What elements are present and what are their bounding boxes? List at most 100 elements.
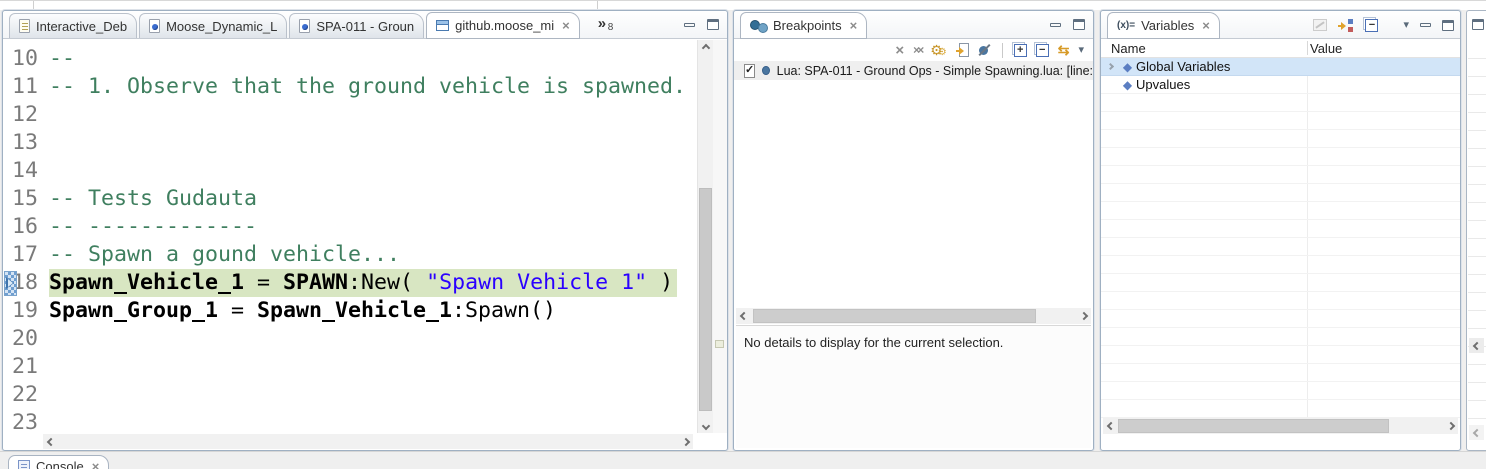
code-line[interactable]: 13	[4, 129, 697, 157]
scroll-left-button[interactable]	[1469, 338, 1484, 353]
scroll-left-button[interactable]	[43, 434, 58, 449]
close-icon[interactable]: ×	[92, 460, 100, 469]
line-number[interactable]: 13	[4, 129, 49, 157]
column-divider[interactable]	[1307, 41, 1308, 55]
scroll-left-button[interactable]	[1103, 419, 1118, 434]
editor-horizontal-scrollbar[interactable]	[43, 434, 693, 449]
line-number[interactable]: 23	[4, 409, 49, 433]
variables-horizontal-scrollbar[interactable]	[1103, 418, 1458, 434]
overview-ruler[interactable]	[713, 40, 727, 433]
expand-chevron-icon[interactable]	[1101, 64, 1119, 69]
collapse-all-icon[interactable]: −	[1365, 19, 1378, 32]
line-number[interactable]: 11	[4, 73, 49, 101]
code-line[interactable]: 10--	[4, 45, 697, 73]
scrollbar-thumb[interactable]	[1118, 419, 1389, 433]
editor-tab-github-moose[interactable]: github.moose_mi ×	[426, 12, 580, 39]
code-line[interactable]: 14	[4, 157, 697, 185]
update-breakpoints-icon[interactable]: ⚙⚙	[930, 43, 947, 58]
code-lines[interactable]: 10--11-- 1. Observe that the ground vehi…	[4, 40, 697, 433]
editor-tab-spa-011[interactable]: SPA-011 - Groun	[289, 13, 424, 38]
scrollbar-track[interactable]	[751, 308, 1076, 324]
go-to-file-for-breakpoint-icon[interactable]	[956, 43, 969, 57]
line-number[interactable]: 12	[4, 101, 49, 129]
scroll-right-button[interactable]	[678, 434, 693, 449]
variables-row-upvalues[interactable]: ◆ Upvalues	[1101, 76, 1460, 94]
breakpoint-list-item[interactable]: ✓ Lua: SPA-011 - Ground Ops - Simple Spa…	[734, 61, 1093, 80]
code-line[interactable]: 18Spawn_Vehicle_1 = SPAWN:New( "Spawn Ve…	[4, 269, 697, 297]
minimize-icon[interactable]	[684, 23, 695, 27]
line-number[interactable]: 14	[4, 157, 49, 185]
view-menu-icon[interactable]: ▾	[1403, 20, 1409, 31]
close-icon[interactable]: ×	[562, 19, 570, 32]
scroll-right-button[interactable]	[1076, 309, 1091, 324]
code-line[interactable]: 11-- 1. Observe that the ground vehicle …	[4, 73, 697, 101]
line-number[interactable]: 20	[4, 325, 49, 353]
scrollbar-thumb[interactable]	[753, 309, 1036, 323]
column-header-name[interactable]: Name	[1111, 41, 1146, 56]
collapse-all-icon[interactable]: −	[1036, 44, 1049, 57]
skip-all-breakpoints-icon[interactable]	[978, 44, 991, 57]
remove-breakpoint-icon[interactable]: ×	[895, 43, 904, 58]
minimize-icon[interactable]	[1050, 23, 1061, 27]
scroll-right-button[interactable]	[1443, 419, 1458, 434]
close-icon[interactable]: ×	[1202, 19, 1210, 32]
scroll-left-button[interactable]	[736, 309, 751, 324]
code-line[interactable]: 16-- -------------	[4, 213, 697, 241]
scroll-up-button[interactable]	[698, 40, 713, 55]
lua-file-icon	[299, 19, 310, 33]
scrollbar-track[interactable]	[58, 434, 678, 449]
view-menu-icon[interactable]: ▾	[1078, 45, 1084, 56]
tab-variables[interactable]: (x)= Variables ×	[1107, 12, 1220, 39]
line-number[interactable]: 22	[4, 381, 49, 409]
show-type-names-icon[interactable]	[1313, 19, 1327, 31]
chevron-up-icon	[701, 43, 709, 51]
line-number[interactable]: 21	[4, 353, 49, 381]
line-number[interactable]: 19	[4, 297, 49, 325]
show-logical-structure-icon[interactable]	[1338, 19, 1354, 32]
line-number[interactable]: 15	[4, 185, 49, 213]
code-segment: "Spawn Vehicle 1"	[426, 270, 647, 295]
tab-breakpoints[interactable]: Breakpoints ×	[740, 12, 867, 39]
code-segment: -- -------------	[49, 214, 257, 239]
code-line[interactable]: 19Spawn_Group_1 = Spawn_Vehicle_1:Spawn(…	[4, 297, 697, 325]
remove-all-breakpoints-icon[interactable]: ××	[913, 44, 921, 56]
code-line[interactable]: 20	[4, 325, 697, 353]
code-editor[interactable]: 10--11-- 1. Observe that the ground vehi…	[4, 40, 697, 433]
code-line[interactable]: 15-- Tests Gudauta	[4, 185, 697, 213]
editor-tab-moose-dynamic[interactable]: Moose_Dynamic_L	[139, 13, 287, 38]
cutoff-right-panel	[1466, 10, 1486, 451]
code-segment: --	[49, 46, 75, 71]
link-with-debug-view-icon[interactable]: ⇆	[1058, 43, 1070, 57]
expand-all-icon[interactable]: +	[1014, 44, 1027, 57]
variables-row-global-variables[interactable]: ◆ Global Variables	[1101, 58, 1460, 76]
line-number[interactable]: 10	[4, 45, 49, 73]
breakpoint-details-pane: No details to display for the current se…	[736, 325, 1091, 448]
tab-console[interactable]: Console ×	[8, 455, 109, 469]
code-line[interactable]: 23	[4, 409, 697, 433]
line-number[interactable]: 16	[4, 213, 49, 241]
code-line[interactable]: 12	[4, 101, 697, 129]
maximize-icon[interactable]	[1472, 19, 1484, 30]
scrollbar-track[interactable]	[1118, 418, 1443, 434]
editor-tabbar: Interactive_Deb Moose_Dynamic_L SPA-011 …	[3, 11, 727, 39]
breakpoints-horizontal-scrollbar[interactable]	[736, 308, 1091, 324]
editor-tab-interactive-deb[interactable]: Interactive_Deb	[9, 13, 137, 38]
column-header-value[interactable]: Value	[1310, 41, 1342, 56]
variables-icon: (x)=	[1117, 20, 1135, 31]
scrollbar-thumb[interactable]	[699, 188, 712, 411]
annotation-marker[interactable]	[715, 340, 724, 348]
line-number[interactable]: 17	[4, 241, 49, 269]
more-tabs-chevron[interactable]: » 8	[598, 15, 606, 32]
maximize-icon[interactable]	[707, 19, 719, 30]
close-icon[interactable]: ×	[850, 19, 858, 32]
minimize-icon[interactable]	[1420, 23, 1431, 27]
scroll-left-button[interactable]	[1469, 425, 1484, 440]
breakpoint-enabled-checkbox[interactable]: ✓	[744, 64, 755, 78]
maximize-icon[interactable]	[1073, 19, 1085, 30]
code-line[interactable]: 17-- Spawn a gound vehicle...	[4, 241, 697, 269]
scroll-down-button[interactable]	[698, 418, 713, 433]
code-line[interactable]: 21	[4, 353, 697, 381]
editor-vertical-scrollbar[interactable]	[697, 40, 713, 433]
code-line[interactable]: 22	[4, 381, 697, 409]
maximize-icon[interactable]	[1442, 20, 1454, 31]
